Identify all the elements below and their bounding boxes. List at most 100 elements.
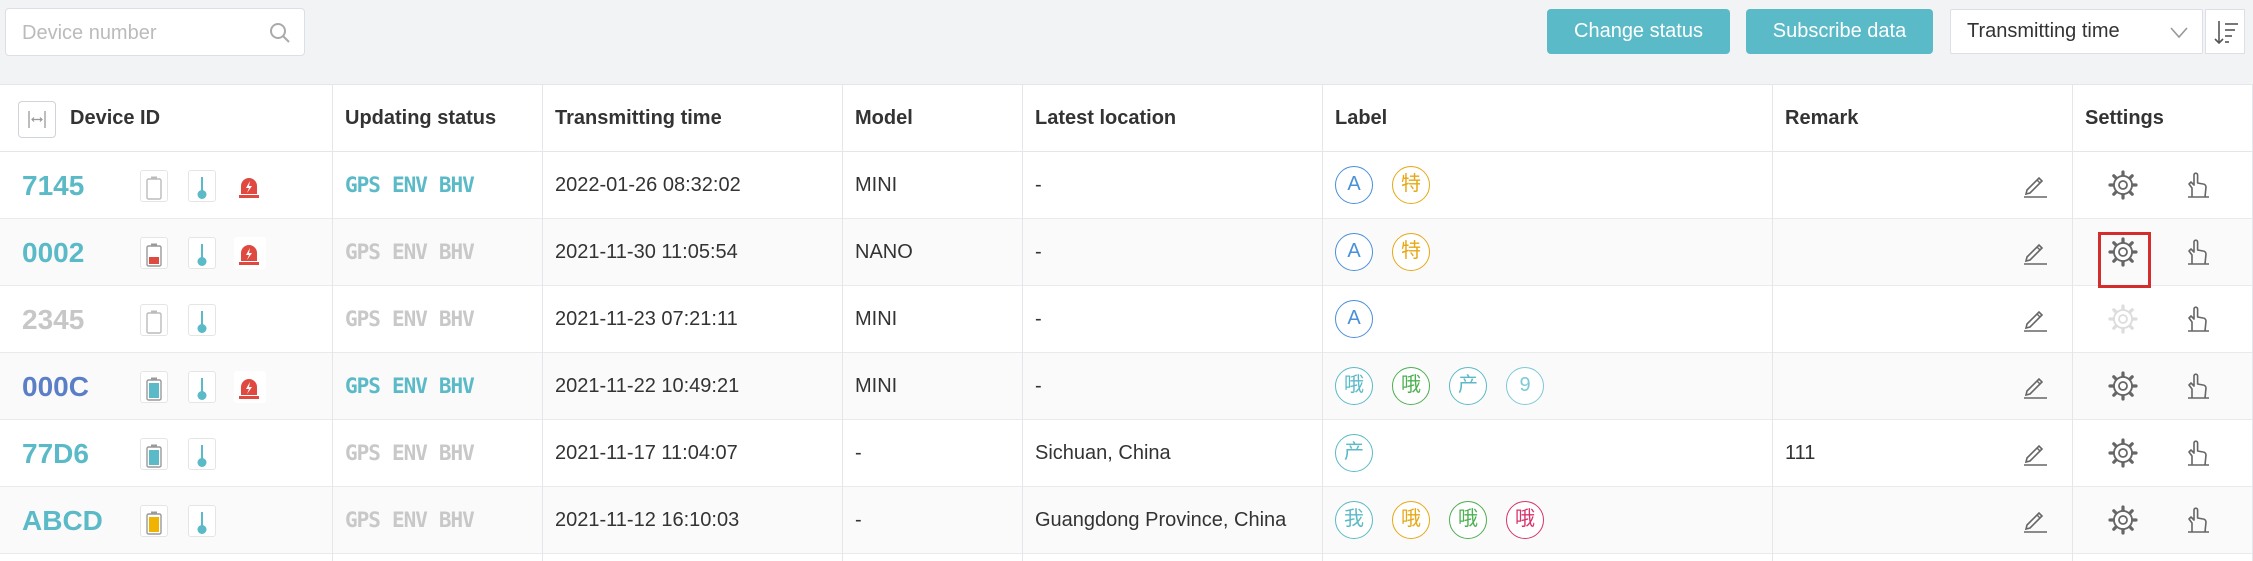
sort-order-button[interactable] [2205,9,2245,54]
pencil-icon [2024,310,2047,332]
search-input[interactable] [20,9,264,57]
edit-remark-button[interactable] [2020,437,2052,469]
update-status-env: ENV [391,441,428,465]
header-remark[interactable]: Remark [1785,85,2045,152]
sort-field-select[interactable]: Transmitting time [1950,9,2203,54]
alarm-light-icon [234,237,266,269]
edit-remark-button[interactable] [2020,169,2052,201]
transmitting-time: 2021-11-30 11:05:54 [555,241,738,263]
update-status-gps: GPS [345,307,381,331]
latest-location: Guangdong Province, China [1035,509,1287,531]
label-tag[interactable]: A [1335,300,1373,338]
latest-location: - [1035,308,1042,330]
column-divider [1022,85,1023,561]
pointer-hand-icon [2188,507,2209,533]
label-tag[interactable]: 产 [1335,434,1373,472]
control-button[interactable] [2183,304,2215,336]
remark: 111 [1785,442,1816,464]
update-status-bhv: BHV [438,374,475,398]
table-row[interactable]: ABCD GPS ENV BHV 2021-11-12 16:10:03 - Guangdo… [0,487,2253,554]
settings-button[interactable] [2108,505,2140,537]
control-button[interactable] [2183,438,2215,470]
device-id[interactable]: 7145 [22,152,84,219]
edit-remark-button[interactable] [2020,370,2052,402]
update-status-group: GPS ENV BHV [345,420,486,487]
transmitting-time: 2021-11-12 16:10:03 [555,509,740,531]
update-status-group: GPS ENV BHV [345,286,486,353]
label-tag[interactable]: 特 [1392,166,1430,204]
table-row[interactable]: 2345 GPS ENV BHV 2021-11-23 07:21:11 MINI - A [0,286,2253,353]
pencil-icon [2024,243,2047,265]
table-row[interactable]: 0002 GPS ENV BHV 2021-11-30 11:05:54 NANO - A 特 [0,219,2253,286]
settings-button[interactable] [2108,170,2140,202]
update-status-bhv: BHV [438,508,475,532]
settings-button[interactable] [2108,371,2140,403]
transmitting-time: 2021-11-17 11:04:07 [555,442,738,464]
update-status-group: GPS ENV BHV [345,353,486,420]
settings-button[interactable] [2108,438,2140,470]
header-device-id[interactable]: Device ID [70,85,332,152]
header-updating-status[interactable]: Updating status [345,85,545,152]
label-tag[interactable]: 哦 [1335,367,1373,405]
column-resize-icon[interactable] [18,101,56,138]
update-status-bhv: BHV [438,173,475,197]
thermometer-icon [188,170,216,202]
update-status-env: ENV [391,173,428,197]
header-transmitting-time[interactable]: Transmitting time [555,85,835,152]
search-icon[interactable] [268,21,292,45]
transmitting-time: 2022-01-26 08:32:02 [555,174,741,196]
label-tag[interactable]: 哦 [1392,367,1430,405]
pencil-icon [2024,444,2047,466]
label-tag[interactable]: A [1335,166,1373,204]
device-id[interactable]: 0002 [22,219,84,286]
edit-remark-button[interactable] [2020,303,2052,335]
device-id[interactable]: ABCD [22,487,103,554]
label-tag[interactable]: 9 [1506,367,1544,405]
edit-remark-button[interactable] [2020,504,2052,536]
update-status-group: GPS ENV BHV [345,152,486,219]
alarm-light-icon [234,170,266,202]
control-button[interactable] [2183,371,2215,403]
header-latest-location[interactable]: Latest location [1035,85,1315,152]
update-status-env: ENV [391,240,428,264]
model: MINI [855,308,898,330]
battery-icon [140,304,168,336]
thermometer-icon [188,505,216,537]
label-tag[interactable]: 哦 [1449,501,1487,539]
update-status-env: ENV [391,374,428,398]
battery-icon [140,505,168,537]
label-tag[interactable]: 哦 [1392,501,1430,539]
control-button[interactable] [2183,505,2215,537]
sort-field-value: Transmitting time [1967,20,2120,42]
gear-icon [2108,170,2138,200]
edit-remark-button[interactable] [2020,236,2052,268]
search-box[interactable] [5,8,305,57]
settings-button[interactable] [2108,304,2140,336]
label-tag[interactable]: 哦 [1506,501,1544,539]
header-label[interactable]: Label [1335,85,1755,152]
label-tag[interactable]: 特 [1392,233,1430,271]
label-tag[interactable]: 我 [1335,501,1373,539]
device-id[interactable]: 2345 [22,286,84,353]
thermometer-icon [188,371,216,403]
device-id[interactable]: 77D6 [22,420,89,487]
label-tag[interactable]: A [1335,233,1373,271]
gear-icon [2108,438,2138,468]
update-status-bhv: BHV [438,240,475,264]
thermometer-icon [188,237,216,269]
header-settings[interactable]: Settings [2085,85,2245,152]
device-table: Device ID Updating status Transmitting t… [0,84,2253,561]
table-row[interactable]: 7145 GPS ENV BHV 2022-01-26 08:32:02 MINI - A 特 [0,152,2253,219]
label-tag[interactable]: 产 [1449,367,1487,405]
table-row[interactable]: 000C GPS ENV BHV 2021-11-22 10:49:21 MINI - 哦哦产… [0,353,2253,420]
update-status-bhv: BHV [438,441,475,465]
control-button[interactable] [2183,170,2215,202]
transmitting-time: 2021-11-22 10:49:21 [555,375,740,397]
device-id[interactable]: 000C [22,353,89,420]
table-row[interactable]: 77D6 GPS ENV BHV 2021-11-17 11:04:07 - Sichuan… [0,420,2253,487]
subscribe-data-button[interactable]: Subscribe data [1746,9,1933,54]
control-button[interactable] [2183,237,2215,269]
change-status-button[interactable]: Change status [1547,9,1730,54]
header-model[interactable]: Model [855,85,1015,152]
latest-location: - [1035,241,1042,263]
